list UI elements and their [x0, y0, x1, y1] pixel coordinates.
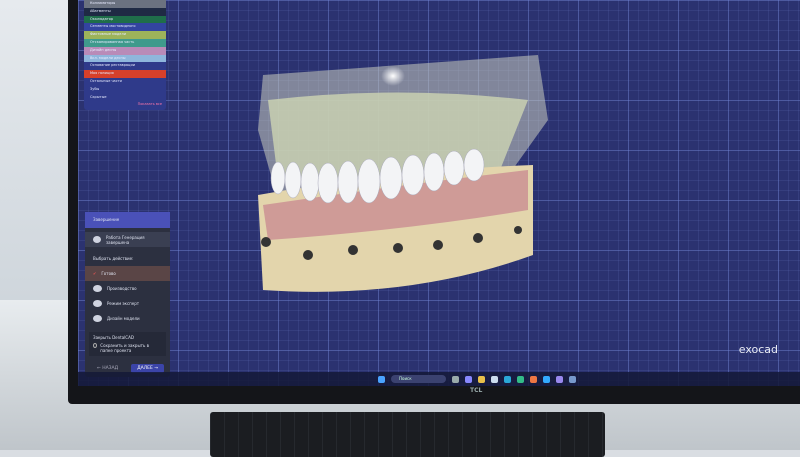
start-icon[interactable]	[378, 375, 385, 383]
tree-item[interactable]: Моя позиция	[84, 70, 166, 78]
taskbar: Поиск	[78, 372, 800, 386]
project-icon	[93, 236, 102, 243]
app-icon[interactable]	[465, 375, 472, 383]
taskview-icon[interactable]	[452, 375, 459, 383]
show-all-link[interactable]: Показать все	[84, 101, 166, 109]
app-icon[interactable]	[556, 375, 563, 383]
action-done[interactable]: ✔ Готово	[85, 266, 170, 281]
tree-item[interactable]: Сегменты мостовидного	[84, 23, 166, 32]
project-label: Работа Генерация завершена	[106, 234, 145, 245]
dental-model-3d[interactable]	[78, 0, 800, 386]
action-expert[interactable]: Режим эксперт	[85, 296, 170, 311]
wizard-panel: Завершение Работа Генерация завершена Вы…	[85, 212, 170, 377]
folder-icon[interactable]	[478, 375, 485, 383]
production-icon	[93, 285, 102, 292]
tree-item[interactable]: Основание реставрации	[84, 62, 166, 71]
check-icon: ✔	[93, 271, 97, 276]
tree-item[interactable]: Коллиматоры	[84, 0, 166, 8]
checkbox-label: Сохранить и закрыть в папке проекта	[100, 343, 149, 353]
action-production[interactable]: Производство	[85, 281, 170, 296]
tree-item[interactable]: Отсканированная часть	[84, 38, 166, 47]
tree-item[interactable]: Остальные части	[84, 77, 166, 86]
wizard-title: Завершение	[85, 212, 170, 228]
model-icon	[93, 315, 102, 322]
tree-item[interactable]: Вкл. модели десны	[84, 54, 166, 63]
tree-item[interactable]: Фиктивные модели	[84, 31, 166, 39]
app-icon[interactable]	[569, 375, 576, 383]
tree-item[interactable]: Зубы	[84, 85, 166, 94]
search-input[interactable]: Поиск	[391, 375, 446, 383]
light-reflection	[381, 66, 405, 86]
object-tree-panel: Коллиматоры Абатменты Окклюдатор Сегменты м…	[84, 0, 166, 110]
screen: Коллиматоры Абатменты Окклюдатор Сегменты м…	[78, 0, 800, 386]
keyboard	[210, 412, 605, 457]
monitor-brand: TCL	[470, 387, 483, 394]
graduation-cap-icon	[93, 300, 102, 307]
edge-icon[interactable]	[504, 375, 511, 383]
exocad-logo: exocad	[738, 343, 778, 356]
store-icon[interactable]	[491, 375, 498, 383]
section-label: Выбрать действие:	[93, 256, 134, 261]
check-app-icon[interactable]	[543, 375, 550, 383]
tree-item[interactable]: Абатменты	[84, 7, 166, 16]
tree-item[interactable]: Скрытые	[84, 93, 166, 102]
action-model[interactable]: Дизайн модели	[85, 311, 170, 326]
tree-item[interactable]: Окклюдатор	[84, 15, 166, 24]
checkbox[interactable]	[93, 343, 98, 348]
app-icon[interactable]	[517, 375, 524, 383]
app-icon[interactable]	[530, 375, 537, 383]
cad-label: Закрыть DentalCAD	[93, 335, 134, 340]
tree-item[interactable]: Дизайн десны	[84, 46, 166, 55]
